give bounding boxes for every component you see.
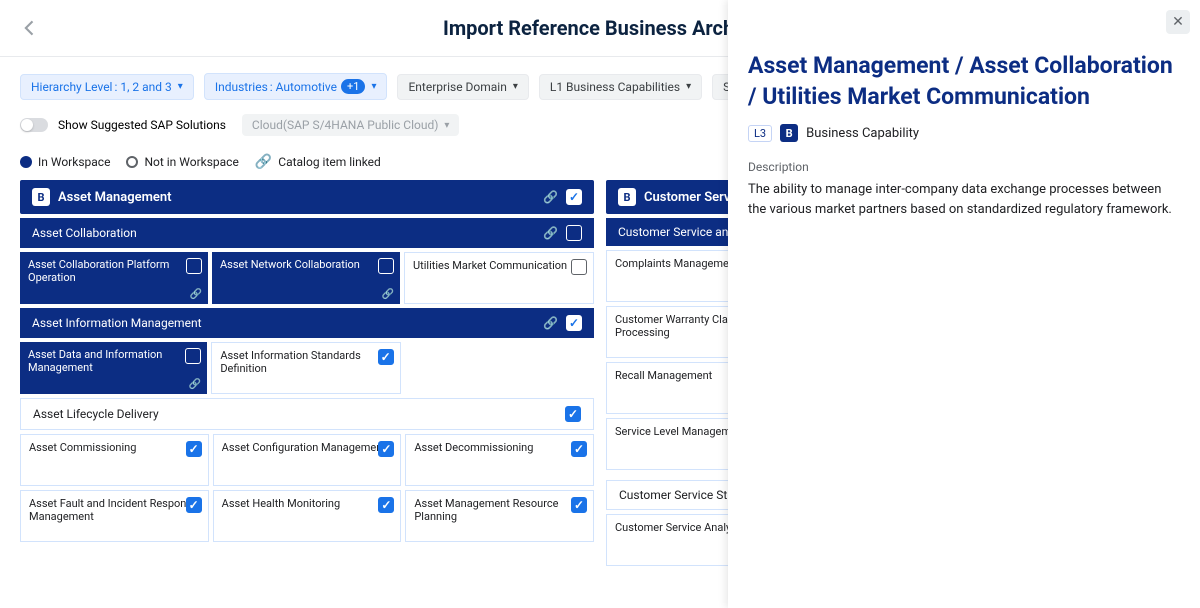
link-icon: 🔗 [382, 289, 394, 300]
panel-title: Asset Management / Asset Collaboration /… [748, 50, 1180, 112]
chevron-down-icon: ▾ [444, 120, 449, 131]
back-arrow-icon[interactable] [20, 18, 40, 38]
l3-asset-config-mgmt[interactable]: Asset Configuration Management [213, 434, 402, 486]
link-icon: 🔗 [190, 289, 202, 300]
l2-title: Asset Lifecycle Delivery [33, 407, 159, 421]
l3-asset-collab-platform-op[interactable]: Asset Collaboration Platform Operation 🔗 [20, 252, 208, 304]
legend-label: Not in Workspace [144, 155, 238, 169]
l3-label: Asset Information Standards Definition [220, 349, 360, 375]
b-badge-icon: B [32, 188, 50, 206]
l3-asset-health-monitoring[interactable]: Asset Health Monitoring [213, 490, 402, 542]
l3-label: Asset Fault and Incident Response Manage… [29, 497, 198, 523]
checkbox[interactable] [566, 225, 582, 241]
checkbox[interactable] [378, 258, 394, 274]
chevron-down-icon: ▾ [371, 81, 376, 92]
l3-label: Asset Health Monitoring [222, 497, 340, 510]
l3-asset-fault-incident[interactable]: Asset Fault and Incident Response Manage… [20, 490, 209, 542]
checkbox[interactable] [186, 497, 202, 513]
filter-l1-capabilities[interactable]: L1 Business Capabilities ▾ [539, 74, 702, 100]
legend-catalog-linked: 🔗 Catalog item linked [255, 154, 381, 170]
description-text: The ability to manage inter-company data… [748, 180, 1180, 219]
level-tag: L3 [748, 125, 772, 142]
close-button[interactable]: ✕ [1166, 10, 1190, 34]
cloud-value: (SAP S/4HANA Public Cloud) [283, 118, 439, 132]
b-badge-icon: B [618, 188, 636, 206]
capability-type: Business Capability [806, 126, 919, 141]
l3-label: Utilities Market Communication [413, 259, 567, 272]
checkbox[interactable] [185, 348, 201, 364]
l2-asset-collaboration[interactable]: Asset Collaboration 🔗 [20, 218, 594, 248]
checkbox[interactable] [565, 406, 581, 422]
filter-hierarchy-value: : 1, 2 and 3 [114, 80, 171, 94]
link-icon: 🔗 [543, 316, 558, 330]
l2-asset-info-mgmt[interactable]: Asset Information Management 🔗 [20, 308, 594, 338]
checkbox[interactable] [566, 315, 582, 331]
l3-label: Service Level Management [615, 425, 747, 438]
detail-panel: ✕ Asset Management / Asset Collaboration… [728, 0, 1200, 608]
checkbox[interactable] [186, 441, 202, 457]
l3-label: Customer Warranty Claim Processing [615, 313, 740, 339]
l2-asset-lifecycle[interactable]: Asset Lifecycle Delivery [20, 398, 594, 430]
page-title: Import Reference Business Archite [443, 16, 757, 40]
l2-title: Asset Collaboration [32, 226, 137, 240]
l3-label: Asset Collaboration Platform Operation [28, 258, 169, 284]
l3-label: Asset Network Collaboration [220, 258, 360, 271]
l3-asset-info-standards[interactable]: Asset Information Standards Definition [211, 342, 400, 394]
close-icon: ✕ [1172, 14, 1184, 30]
filter-industries-label: Industries [215, 80, 268, 94]
l3-label: Asset Data and Information Management [28, 348, 162, 374]
cloud-label: Cloud [252, 118, 283, 132]
checkbox[interactable] [571, 441, 587, 457]
chevron-down-icon: ▾ [686, 81, 691, 92]
checkbox[interactable] [566, 189, 582, 205]
description-label: Description [748, 160, 1180, 174]
cloud-selector[interactable]: Cloud (SAP S/4HANA Public Cloud) ▾ [242, 114, 460, 136]
checkbox[interactable] [571, 497, 587, 513]
l3-label: Asset Commissioning [29, 441, 136, 454]
l3-asset-mgmt-resource-planning[interactable]: Asset Management Resource Planning [405, 490, 594, 542]
filter-hierarchy-label: Hierarchy Level [31, 80, 112, 94]
dot-filled-icon [20, 156, 32, 168]
l3-asset-decommissioning[interactable]: Asset Decommissioning [405, 434, 594, 486]
l3-label: Asset Decommissioning [414, 441, 533, 454]
filter-enterprise-domain[interactable]: Enterprise Domain ▾ [397, 74, 528, 100]
filter-industries[interactable]: Industries: Automotive +1 ▾ [204, 73, 388, 100]
legend-in-workspace: In Workspace [20, 155, 110, 169]
l3-asset-commissioning[interactable]: Asset Commissioning [20, 434, 209, 486]
l3-utilities-market-comm[interactable]: Utilities Market Communication [404, 252, 594, 304]
link-icon: 🔗 [543, 226, 558, 240]
l3-label: Recall Management [615, 369, 712, 382]
l1-asset-management[interactable]: B Asset Management 🔗 [20, 180, 594, 214]
filter-hierarchy[interactable]: Hierarchy Level: 1, 2 and 3 ▾ [20, 74, 194, 100]
chevron-down-icon: ▾ [178, 81, 183, 92]
legend-label: Catalog item linked [278, 155, 381, 169]
checkbox[interactable] [378, 441, 394, 457]
suggested-solutions-toggle[interactable] [20, 118, 48, 132]
l3-label: Complaints Management [615, 257, 738, 270]
link-icon: 🔗 [543, 190, 558, 204]
l3-label: Asset Management Resource Planning [414, 497, 558, 523]
legend-label: In Workspace [38, 155, 110, 169]
filter-industries-badge: +1 [341, 79, 365, 94]
chevron-down-icon: ▾ [513, 81, 518, 92]
suggested-solutions-label: Show Suggested SAP Solutions [58, 118, 226, 132]
l3-asset-network-collab[interactable]: Asset Network Collaboration 🔗 [212, 252, 400, 304]
dot-empty-icon [126, 156, 138, 168]
l2-title: Asset Information Management [32, 316, 202, 330]
link-icon: 🔗 [255, 154, 272, 170]
filter-label: L1 Business Capabilities [550, 80, 680, 94]
b-badge-icon: B [780, 124, 798, 142]
checkbox[interactable] [378, 349, 394, 365]
link-icon: 🔗 [189, 379, 201, 390]
checkbox[interactable] [571, 259, 587, 275]
column-asset-management: B Asset Management 🔗 Asset Collaboration… [20, 180, 594, 566]
filter-industries-value: : Automotive [270, 80, 337, 94]
filter-label: Enterprise Domain [408, 80, 506, 94]
l1-title: Asset Management [58, 190, 172, 205]
checkbox[interactable] [186, 258, 202, 274]
l3-label: Asset Configuration Management [222, 441, 386, 454]
legend-not-in-workspace: Not in Workspace [126, 155, 238, 169]
l3-asset-data-info-mgmt[interactable]: Asset Data and Information Management 🔗 [20, 342, 207, 394]
checkbox[interactable] [378, 497, 394, 513]
